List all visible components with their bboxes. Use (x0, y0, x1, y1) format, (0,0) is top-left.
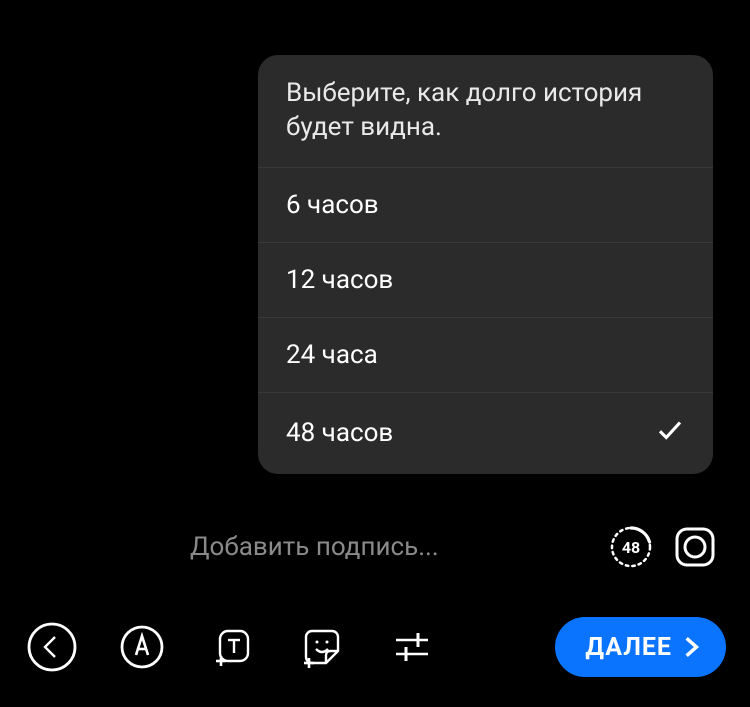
chevron-right-icon (678, 634, 704, 660)
popover-option-label: 24 часа (286, 340, 378, 370)
story-timer-icon[interactable]: 48 (608, 524, 654, 570)
caption-input[interactable] (190, 532, 580, 562)
highlight-circle-icon[interactable] (670, 522, 720, 572)
caption-input-wrap (190, 520, 592, 574)
add-text-icon[interactable] (204, 619, 260, 675)
next-button[interactable]: ДАЛЕЕ (555, 617, 726, 677)
back-button[interactable] (24, 619, 80, 675)
timer-value-text: 48 (622, 538, 640, 557)
checkmark-icon (655, 415, 685, 452)
popover-option-6h[interactable]: 6 часов (258, 168, 713, 243)
next-button-label: ДАЛЕЕ (585, 633, 672, 662)
popover-option-48h[interactable]: 48 часов (258, 393, 713, 474)
caption-bar: 48 (30, 520, 720, 574)
adjust-sliders-icon[interactable] (384, 619, 440, 675)
popover-option-24h[interactable]: 24 часа (258, 318, 713, 393)
popover-option-label: 12 часов (286, 265, 393, 295)
add-sticker-icon[interactable] (294, 619, 350, 675)
popover-option-label: 6 часов (286, 190, 379, 220)
story-duration-popover: Выберите, как долго история будет видна.… (258, 55, 713, 474)
popover-option-label: 48 часов (286, 418, 393, 448)
popover-title: Выберите, как долго история будет видна. (258, 55, 713, 168)
popover-option-12h[interactable]: 12 часов (258, 243, 713, 318)
draw-icon[interactable] (114, 619, 170, 675)
toolbar: ДАЛЕЕ (24, 615, 726, 679)
